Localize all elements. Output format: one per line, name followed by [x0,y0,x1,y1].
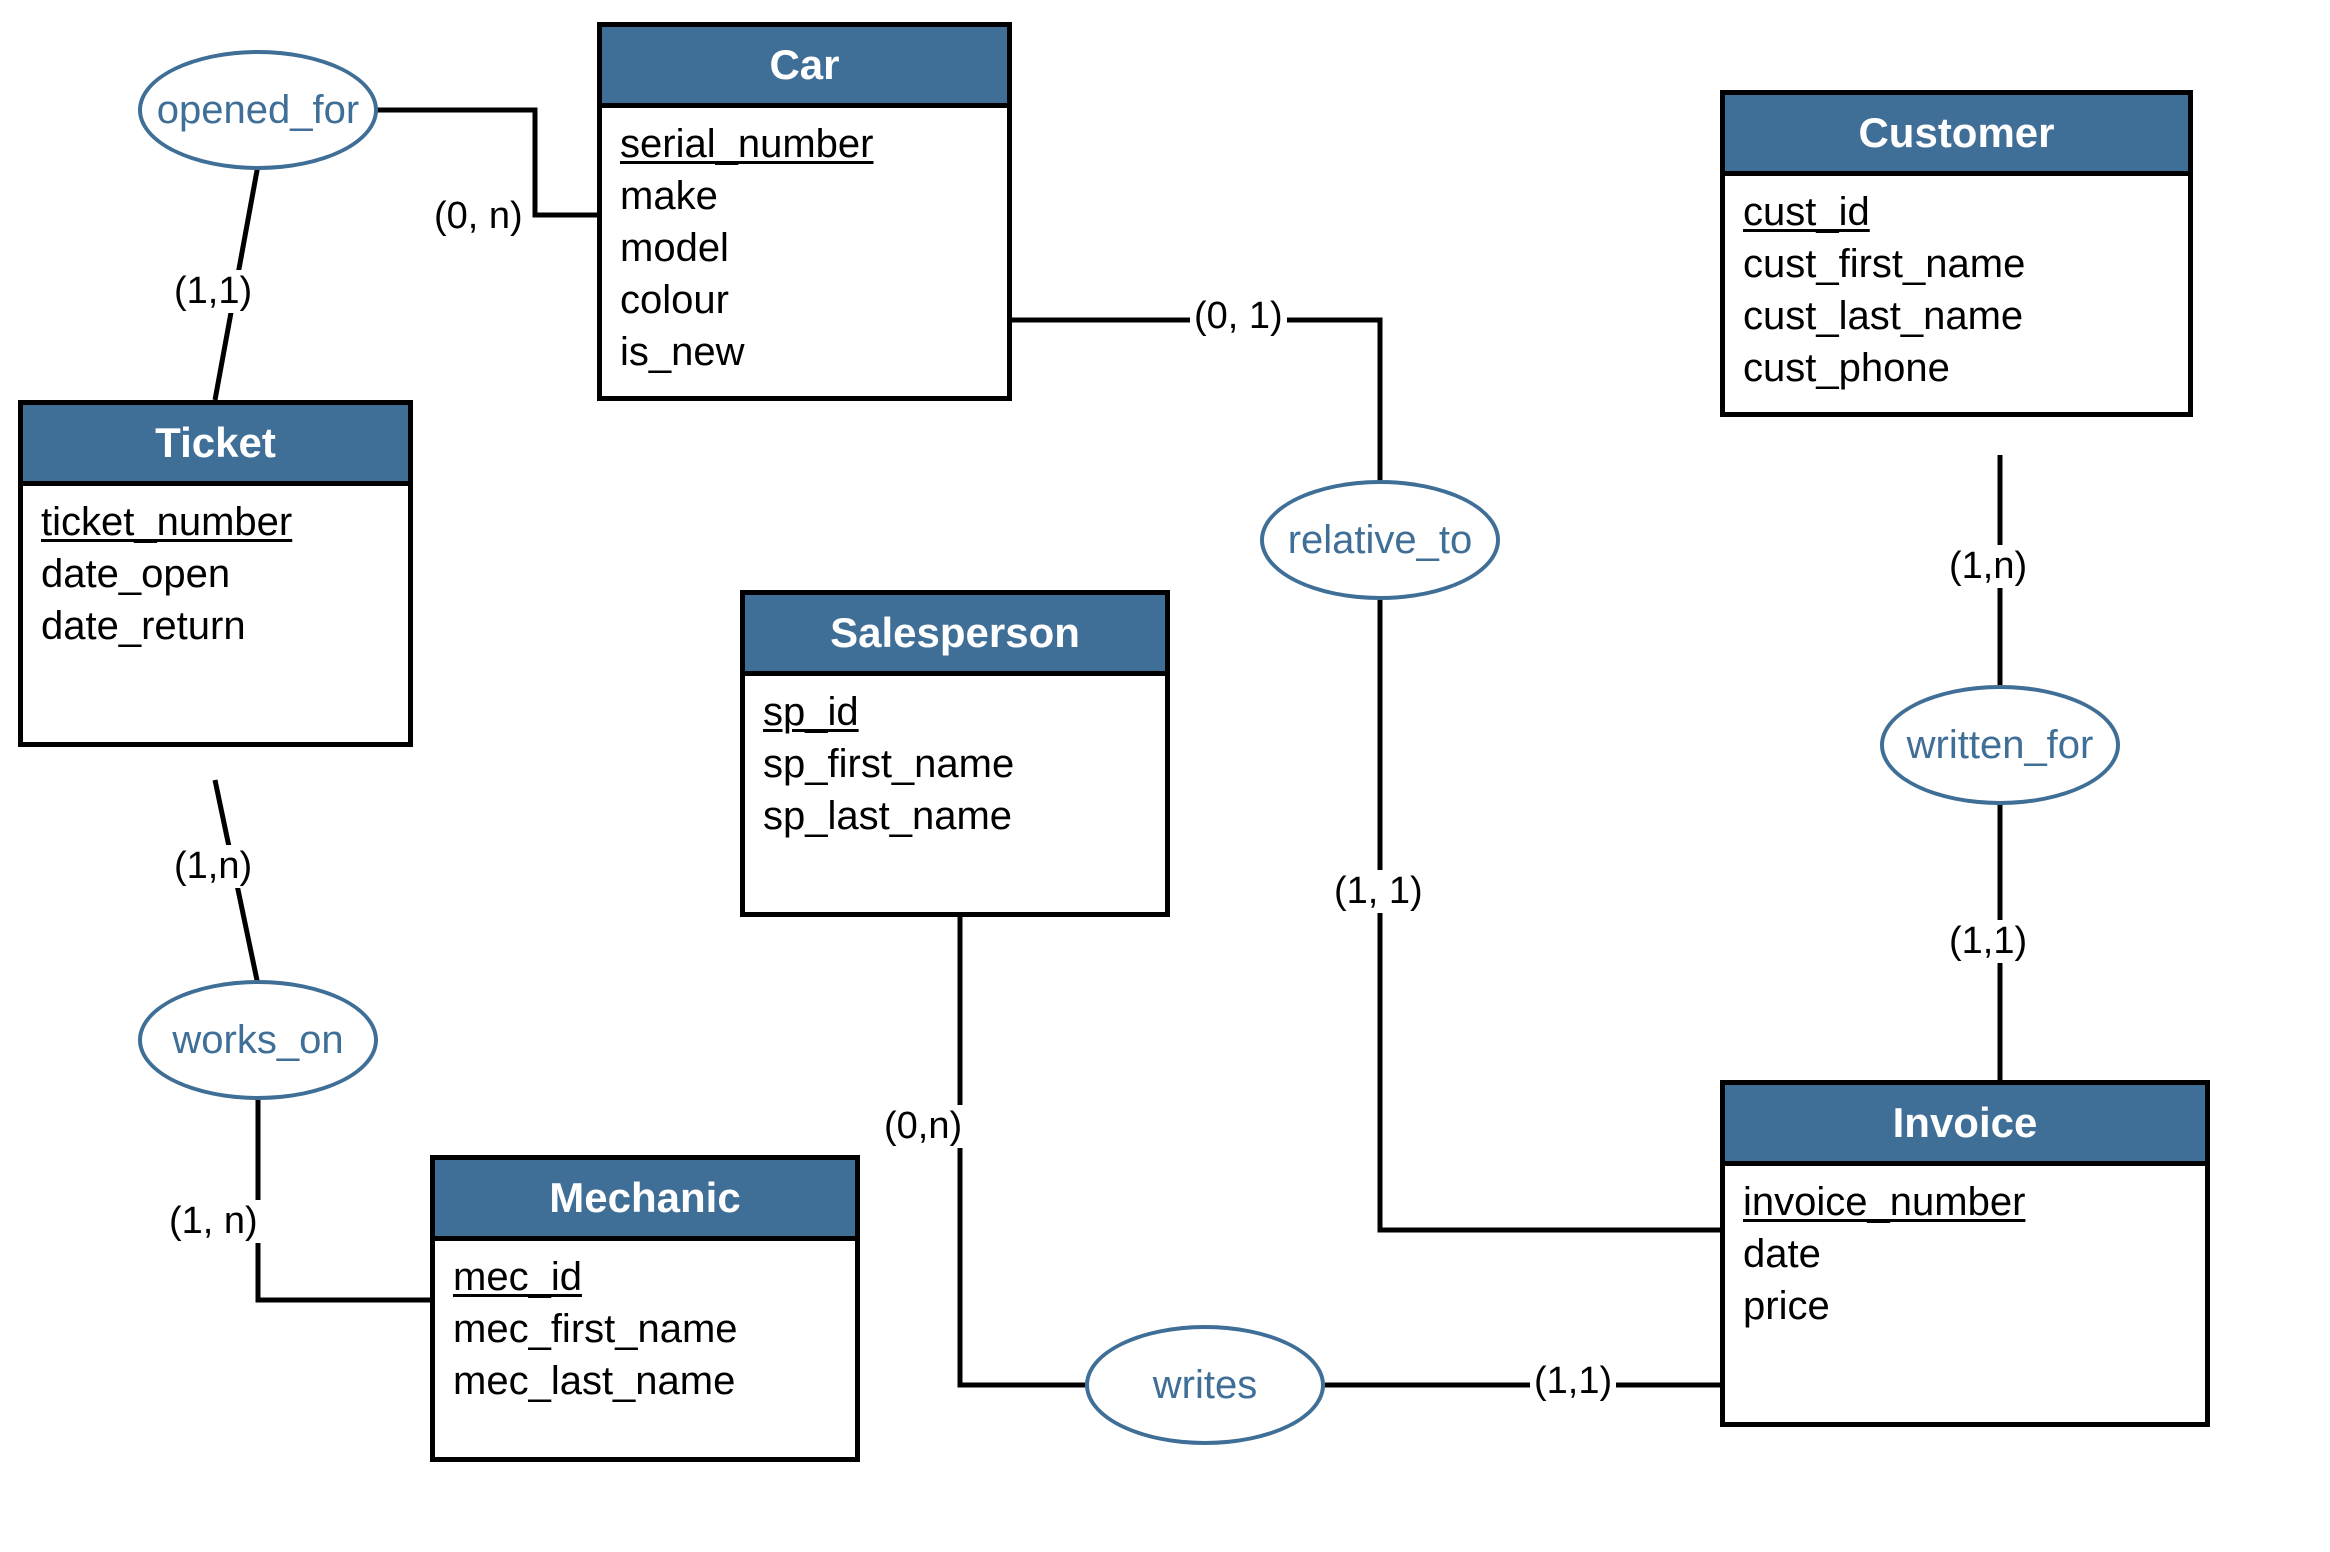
attr: is_new [620,326,989,378]
card-car-relative-to: (0, 1) [1190,295,1287,338]
relation-label: works_on [172,1018,343,1063]
attr: sp_first_name [763,738,1147,790]
entity-header: Invoice [1725,1085,2205,1166]
relation-works-on: works_on [138,980,378,1100]
attr-key: invoice_number [1743,1176,2187,1228]
attr: sp_last_name [763,790,1147,842]
attr: cust_first_name [1743,238,2170,290]
relation-relative-to: relative_to [1260,480,1500,600]
card-salesperson-writes: (0,n) [880,1105,966,1148]
relation-label: written_for [1907,723,2094,768]
attr: price [1743,1280,2187,1332]
entity-body: invoice_number date price [1725,1166,2205,1422]
attr: date_open [41,548,390,600]
entity-body: ticket_number date_open date_return [23,486,408,742]
card-ticket-works-on: (1,n) [170,845,256,888]
attr: date [1743,1228,2187,1280]
entity-customer: Customer cust_id cust_first_name cust_la… [1720,90,2193,417]
attr: cust_phone [1743,342,2170,394]
relation-label: relative_to [1288,518,1473,563]
entity-body: cust_id cust_first_name cust_last_name c… [1725,176,2188,412]
relation-writes: writes [1085,1325,1325,1445]
entity-body: serial_number make model colour is_new [602,108,1007,396]
entity-mechanic: Mechanic mec_id mec_first_name mec_last_… [430,1155,860,1462]
attr-key: sp_id [763,686,1147,738]
relation-written-for: written_for [1880,685,2120,805]
attr-key: ticket_number [41,496,390,548]
entity-body: mec_id mec_first_name mec_last_name [435,1241,855,1457]
entity-car: Car serial_number make model colour is_n… [597,22,1012,401]
entity-header: Ticket [23,405,408,486]
card-ticket-opened-for: (1,1) [170,270,256,313]
attr: mec_first_name [453,1303,837,1355]
attr: model [620,222,989,274]
entity-header: Mechanic [435,1160,855,1241]
relation-label: writes [1153,1363,1257,1408]
attr: make [620,170,989,222]
attr: cust_last_name [1743,290,2170,342]
card-customer-written-for: (1,n) [1945,545,2031,588]
entity-invoice: Invoice invoice_number date price [1720,1080,2210,1427]
relation-label: opened_for [157,88,359,133]
attr-key: serial_number [620,118,989,170]
entity-header: Customer [1725,95,2188,176]
card-invoice-written-for: (1,1) [1945,920,2031,963]
attr: mec_last_name [453,1355,837,1407]
entity-salesperson: Salesperson sp_id sp_first_name sp_last_… [740,590,1170,917]
entity-body: sp_id sp_first_name sp_last_name [745,676,1165,912]
entity-header: Car [602,27,1007,108]
attr: date_return [41,600,390,652]
card-invoice-relative-to: (1, 1) [1330,870,1427,913]
entity-header: Salesperson [745,595,1165,676]
attr-key: cust_id [1743,186,2170,238]
entity-ticket: Ticket ticket_number date_open date_retu… [18,400,413,747]
attr-key: mec_id [453,1251,837,1303]
relation-opened-for: opened_for [138,50,378,170]
attr: colour [620,274,989,326]
card-invoice-writes: (1,1) [1530,1360,1616,1403]
card-car-opened-for: (0, n) [430,195,527,238]
card-mechanic-works-on: (1, n) [165,1200,262,1243]
